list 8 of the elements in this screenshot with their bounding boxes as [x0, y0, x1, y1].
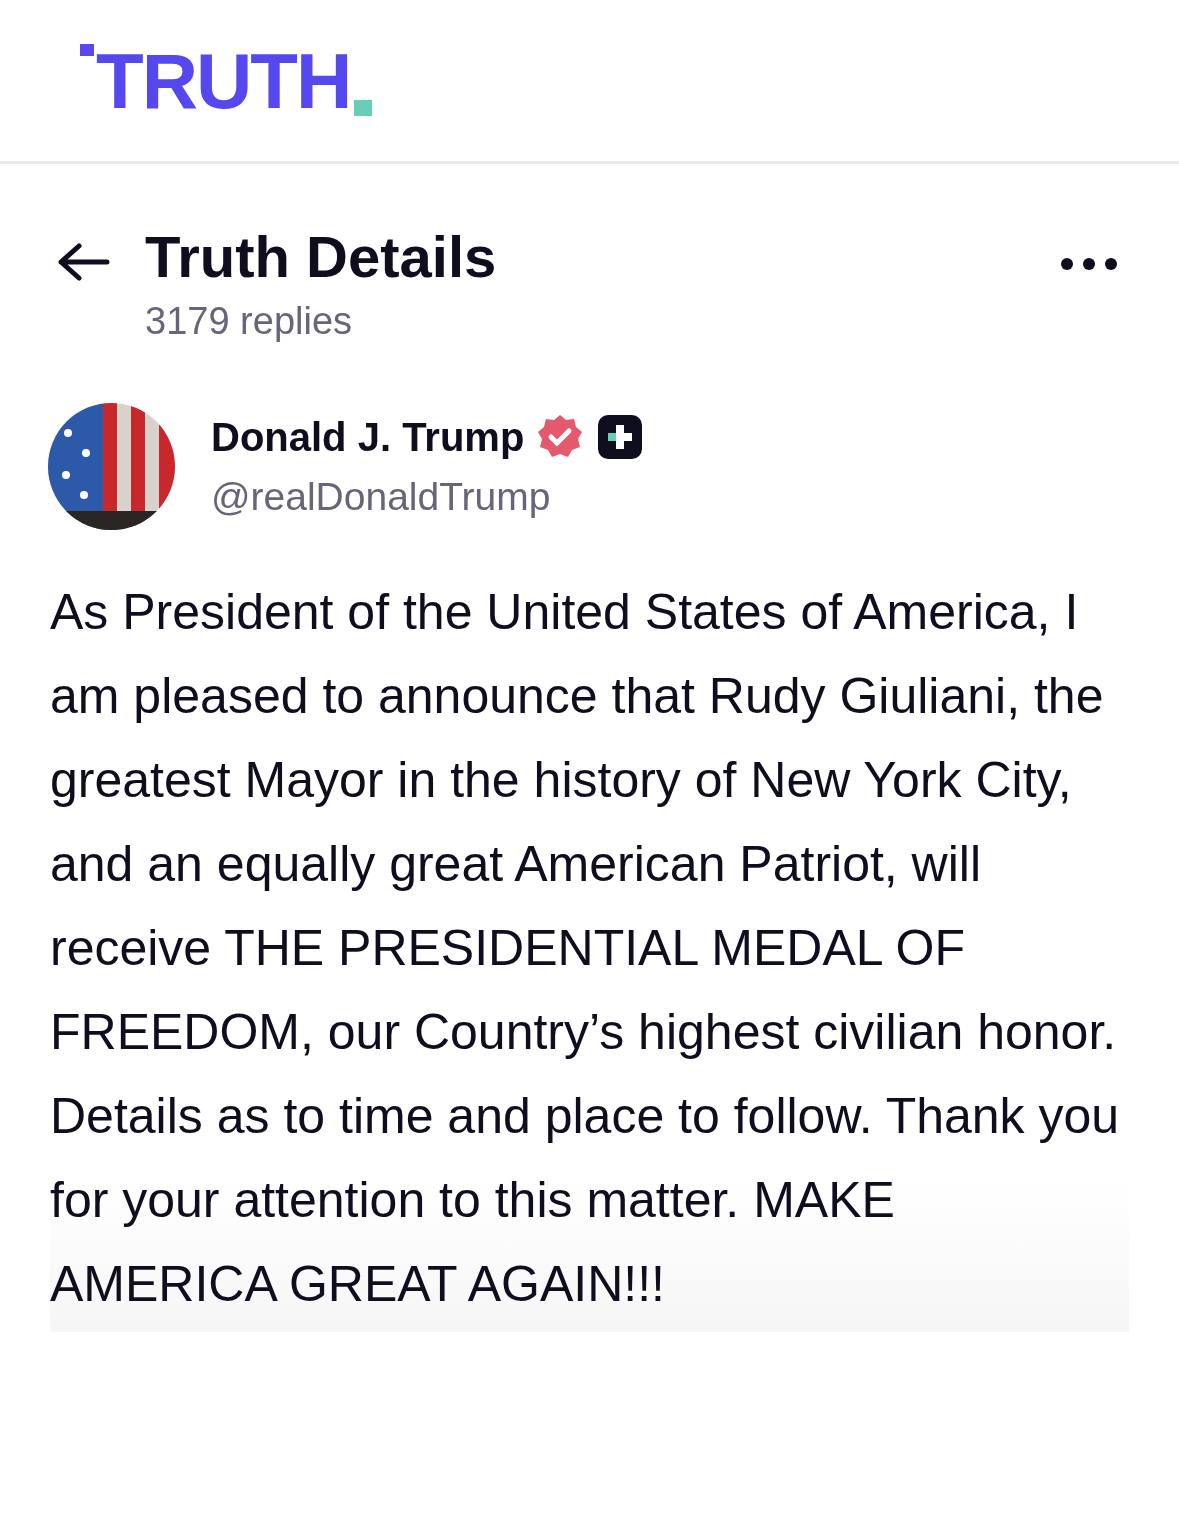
page-title: Truth Details: [145, 223, 498, 291]
back-icon[interactable]: [55, 242, 111, 282]
reply-count: 3179 replies: [145, 299, 354, 343]
logo-mark: [80, 43, 94, 56]
author-handle[interactable]: @realDonaldTrump: [211, 475, 645, 520]
logo: TRUTH: [96, 41, 351, 120]
more-icon[interactable]: [1059, 256, 1119, 272]
author-name[interactable]: Donald J. Trump: [211, 414, 525, 460]
